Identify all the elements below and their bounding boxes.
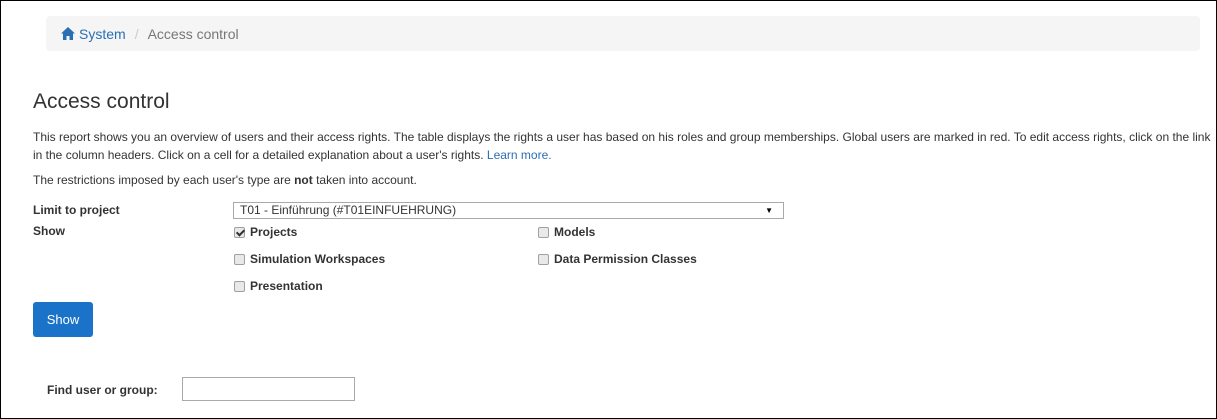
project-select-value: T01 - Einführung (#T01EINFUEHRUNG) bbox=[240, 203, 457, 217]
restriction-prefix: The restrictions imposed by each user's … bbox=[33, 173, 295, 187]
page-title: Access control bbox=[33, 90, 170, 113]
restriction-note: The restrictions imposed by each user's … bbox=[33, 172, 417, 188]
checkbox-presentation[interactable] bbox=[234, 280, 245, 292]
intro-description: This report shows you an overview of use… bbox=[33, 130, 1211, 162]
find-user-or-group-input[interactable] bbox=[182, 377, 355, 401]
checkbox-simulation-workspaces[interactable] bbox=[234, 253, 245, 265]
option-presentation[interactable]: Presentation bbox=[234, 279, 323, 293]
restriction-suffix: taken into account. bbox=[312, 173, 417, 187]
chevron-down-icon: ▼ bbox=[765, 206, 773, 215]
breadcrumb: System / Access control bbox=[46, 16, 1200, 51]
intro-text: This report shows you an overview of use… bbox=[33, 128, 1213, 164]
home-icon bbox=[61, 27, 75, 40]
checkbox-data-permission-classes[interactable] bbox=[538, 253, 549, 265]
option-models-label: Models bbox=[554, 225, 596, 239]
option-projects[interactable]: Projects bbox=[234, 225, 297, 239]
limit-to-project-label: Limit to project bbox=[33, 203, 120, 217]
breadcrumb-home-link[interactable]: System bbox=[61, 26, 126, 42]
option-data-permission-label: Data Permission Classes bbox=[554, 252, 697, 266]
option-data-permission-classes[interactable]: Data Permission Classes bbox=[538, 252, 697, 266]
learn-more-link[interactable]: Learn more. bbox=[487, 148, 552, 162]
breadcrumb-home-label: System bbox=[79, 25, 126, 42]
option-simulation-label: Simulation Workspaces bbox=[250, 252, 386, 266]
show-button[interactable]: Show bbox=[33, 302, 93, 337]
option-projects-label: Projects bbox=[250, 225, 298, 239]
option-presentation-label: Presentation bbox=[250, 279, 323, 293]
breadcrumb-separator: / bbox=[134, 25, 139, 42]
checkbox-models[interactable] bbox=[538, 226, 549, 238]
show-label: Show bbox=[33, 224, 65, 238]
checkbox-projects[interactable] bbox=[234, 226, 245, 238]
project-select[interactable]: T01 - Einführung (#T01EINFUEHRUNG) ▼ bbox=[233, 202, 784, 219]
option-models[interactable]: Models bbox=[538, 225, 595, 239]
restriction-bold: not bbox=[294, 173, 313, 187]
find-user-or-group-label: Find user or group: bbox=[47, 383, 158, 397]
option-simulation-workspaces[interactable]: Simulation Workspaces bbox=[234, 252, 385, 266]
breadcrumb-current: Access control bbox=[147, 25, 239, 42]
